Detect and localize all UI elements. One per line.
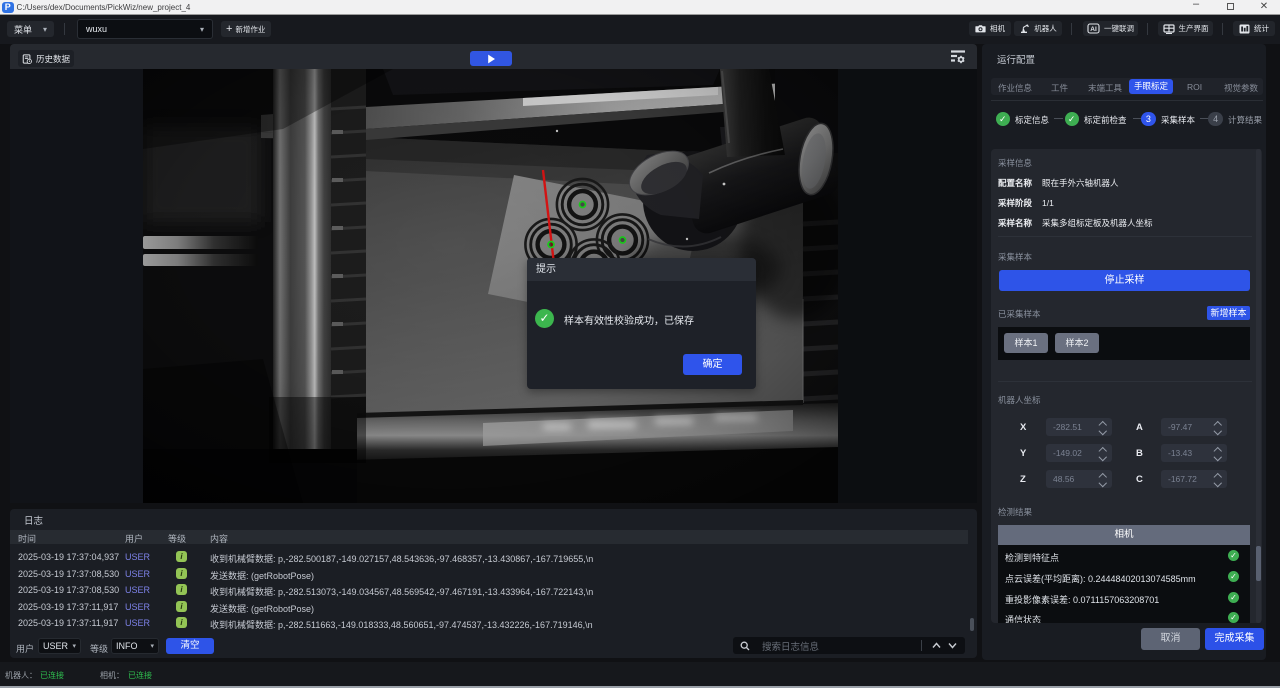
svg-text:AI: AI <box>1090 26 1097 33</box>
